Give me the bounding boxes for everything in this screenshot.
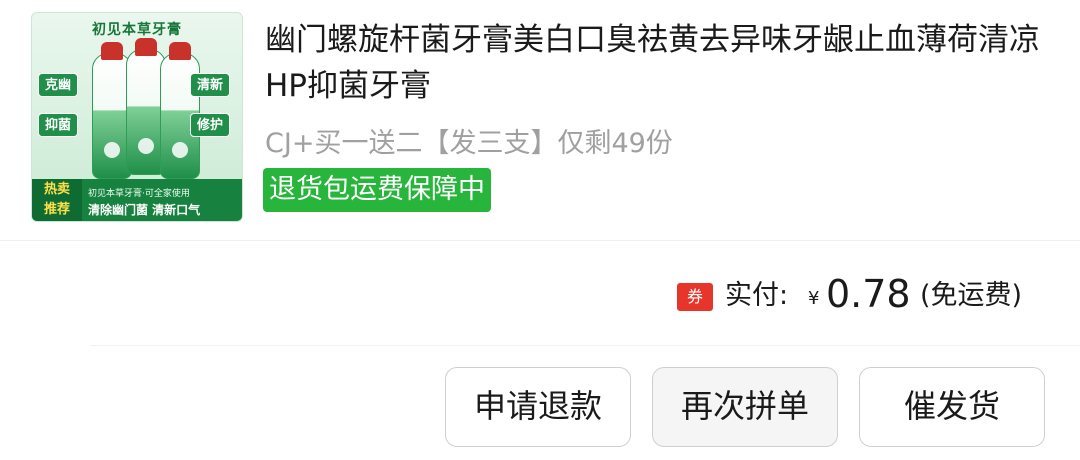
- coupon-badge: 券: [677, 283, 713, 311]
- thumbnail-tag: 清新: [190, 73, 231, 97]
- hot-sale-label: 热卖 推荐: [32, 179, 82, 221]
- thumbnail-brand-text: 初见本草牙膏: [92, 22, 182, 38]
- urge-shipping-button[interactable]: 催发货: [859, 367, 1045, 447]
- product-title[interactable]: 幽门螺旋杆菌牙膏美白口臭祛黄去异味牙龈止血薄荷清凉HP抑菌牙膏: [265, 17, 1055, 109]
- thumbnail-banner: 热卖 推荐 初见本草牙膏·可全家使用 清除幽门菌 清新口气: [32, 179, 242, 221]
- tube-cap: [101, 42, 123, 60]
- tube-cap: [135, 38, 157, 56]
- request-refund-button[interactable]: 申请退款: [445, 367, 631, 447]
- divider: [90, 345, 1080, 346]
- shipping-note: (免运费): [920, 280, 1023, 311]
- thumbnail-caption: 清除幽门菌 清新口气: [88, 203, 201, 217]
- paid-label: 实付:: [725, 280, 789, 311]
- thumbnail-tag: 克幽: [38, 73, 79, 97]
- currency-symbol: ¥: [808, 288, 820, 309]
- product-variant: CJ+买一送二【发三支】仅剩49份: [265, 128, 673, 159]
- thumbnail-tag: 抑菌: [38, 113, 79, 137]
- order-product-row[interactable]: 初见本草牙膏 克幽 抑菌 清新 修护 热卖 推荐 初见本草牙膏·可全家使用 清除…: [0, 0, 1080, 240]
- product-thumbnail[interactable]: 初见本草牙膏 克幽 抑菌 清新 修护 热卖 推荐 初见本草牙膏·可全家使用 清除…: [31, 12, 243, 222]
- paid-amount: 0.78: [826, 272, 911, 316]
- return-shipping-guarantee-badge: 退货包运费保障中: [263, 168, 491, 212]
- leaf-icon: [138, 138, 154, 154]
- hot-sale-line2: 推荐: [43, 202, 70, 217]
- hot-sale-line1: 热卖: [43, 182, 70, 197]
- thumbnail-tag: 修护: [190, 113, 231, 137]
- divider: [0, 240, 1080, 241]
- thumbnail-subcaption: 初见本草牙膏·可全家使用: [88, 189, 190, 199]
- leaf-icon: [104, 142, 120, 158]
- buy-again-button[interactable]: 再次拼单: [652, 367, 838, 447]
- leaf-icon: [172, 142, 188, 158]
- tube-cap: [169, 42, 191, 60]
